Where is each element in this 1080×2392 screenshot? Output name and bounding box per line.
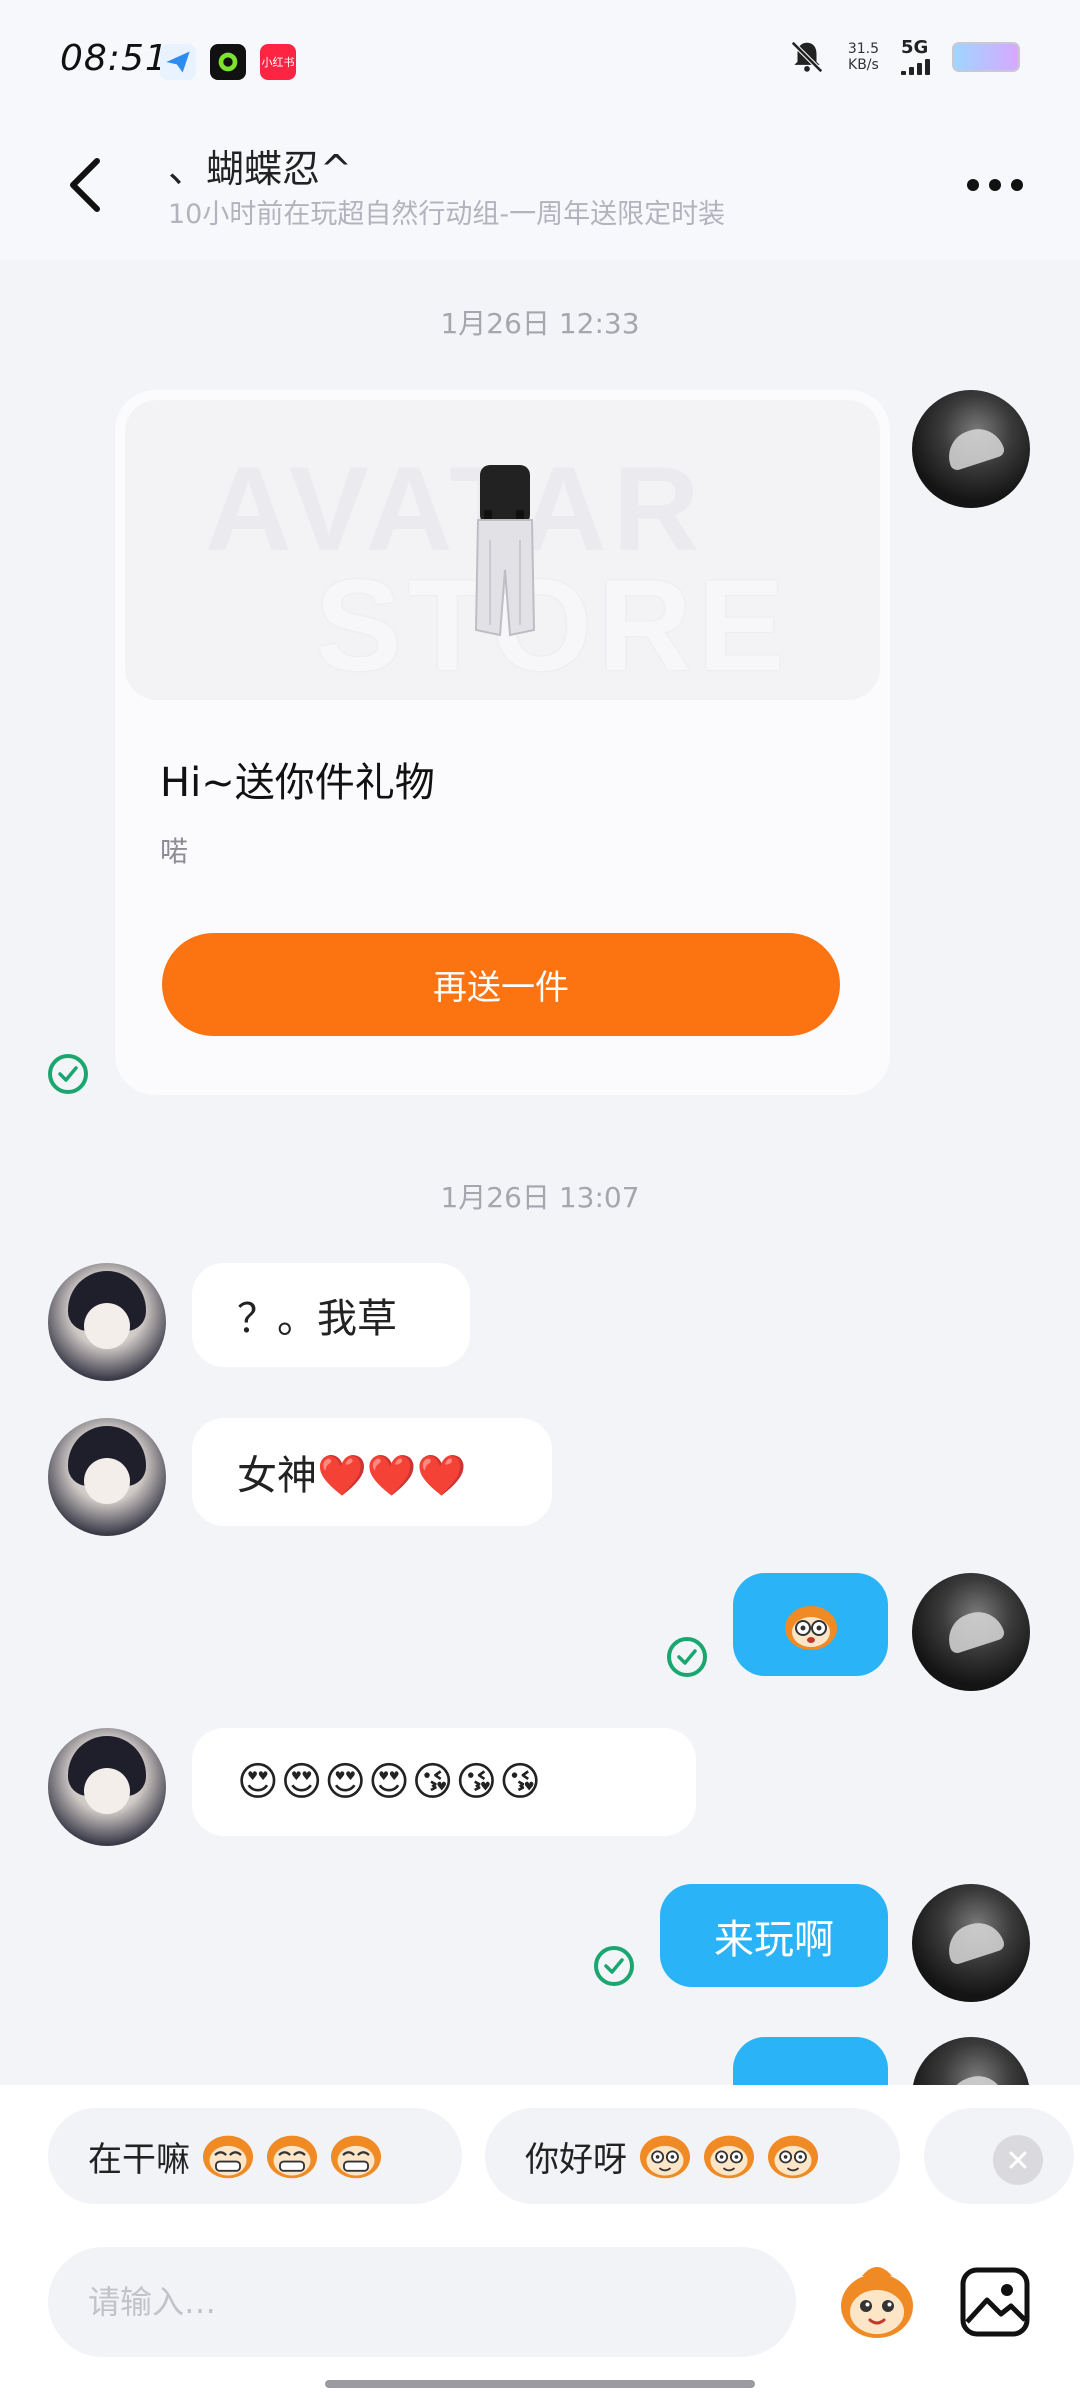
chat-status-subtitle: 10小时前在玩超自然行动组-一周年送限定时装 xyxy=(168,199,726,230)
more-dots-icon xyxy=(967,179,1023,191)
incoming-message-bubble[interactable]: ？。我草 xyxy=(192,1263,470,1367)
battery-icon xyxy=(952,42,1020,72)
smile-monkey-icon xyxy=(637,2131,821,2181)
grin-monkey-icon xyxy=(200,2131,384,2181)
send-app-icon xyxy=(160,44,196,80)
banner-watermark-store: STORE xyxy=(315,552,791,698)
quick-reply-chip[interactable]: 你好呀 xyxy=(485,2108,900,2204)
signal-bars-icon xyxy=(901,59,930,75)
gift-outfit-image xyxy=(474,465,536,637)
outgoing-sticker-bubble[interactable] xyxy=(733,1573,888,1676)
status-app-icons: 小红书 xyxy=(160,44,296,80)
xiaohongshu-app-icon: 小红书 xyxy=(260,44,296,80)
gift-banner: AVATAR STORE xyxy=(125,400,880,700)
read-check-icon xyxy=(48,1054,88,1094)
image-icon xyxy=(960,2267,1030,2337)
close-icon xyxy=(1009,2151,1027,2169)
message-input[interactable] xyxy=(48,2247,796,2357)
home-indicator[interactable] xyxy=(325,2380,755,2388)
quick-reply-text: 你好呀 xyxy=(525,2139,627,2180)
monkey-face-icon xyxy=(841,2267,913,2338)
chat-title[interactable]: 、蝴蝶忍^ xyxy=(168,138,352,193)
read-check-icon xyxy=(667,1637,707,1677)
read-check-icon xyxy=(594,1946,634,1986)
close-quick-replies-button[interactable] xyxy=(993,2135,1043,2185)
message-text: ？。我草 xyxy=(237,1296,397,1342)
incoming-message-bubble[interactable]: 女神❤️❤️❤️ xyxy=(192,1418,552,1526)
status-indicators: 31.5 KB/s 5G xyxy=(788,38,1020,76)
contact-avatar[interactable] xyxy=(48,1263,166,1381)
my-avatar[interactable] xyxy=(912,390,1030,508)
my-avatar[interactable] xyxy=(912,1573,1030,1691)
my-avatar[interactable] xyxy=(912,1884,1030,2002)
quick-reply-text: 在干嘛 xyxy=(88,2139,190,2180)
contact-avatar[interactable] xyxy=(48,1418,166,1536)
circle-app-icon xyxy=(210,44,246,80)
contact-avatar[interactable] xyxy=(48,1728,166,1846)
monkey-sticker-icon xyxy=(784,1605,837,1650)
status-time: 08:51 xyxy=(60,38,169,79)
mute-bell-icon xyxy=(790,41,823,73)
message-text: 女神❤️❤️❤️ xyxy=(237,1453,467,1499)
cellular-signal: 5G xyxy=(901,39,930,75)
chat-header: 、蝴蝶忍^ 10小时前在玩超自然行动组-一周年送限定时装 xyxy=(0,120,1080,260)
send-another-gift-button[interactable]: 再送一件 xyxy=(162,933,840,1036)
image-picker-button[interactable] xyxy=(955,2262,1035,2342)
message-text: 来玩啊 xyxy=(714,1916,834,1963)
message-timestamp: 1月26日 13:07 xyxy=(440,1181,640,1214)
quick-reply-chip[interactable]: 在干嘛 xyxy=(48,2108,462,2204)
back-button[interactable] xyxy=(50,150,120,220)
sticker-picker-button[interactable] xyxy=(832,2258,922,2348)
net-speed: 31.5 KB/s xyxy=(847,41,879,73)
status-bar: 08:51 小红书 31.5 KB/s 5G xyxy=(0,0,1080,120)
gift-card[interactable]: AVATAR STORE Hi~送你件礼物 喏 再送一件 xyxy=(115,390,890,1095)
gift-title: Hi~送你件礼物 xyxy=(160,760,435,806)
message-timestamp: 1月26日 12:33 xyxy=(440,307,640,340)
outgoing-message-bubble[interactable]: 来玩啊 xyxy=(660,1884,888,1987)
chevron-left-icon xyxy=(70,158,100,212)
more-options-button[interactable] xyxy=(960,160,1030,210)
incoming-message-bubble[interactable]: 😍😍😍😍😘😘😘 xyxy=(192,1728,696,1836)
gift-description: 喏 xyxy=(160,835,189,868)
message-text: 😍😍😍😍😘😘😘 xyxy=(237,1759,543,1805)
